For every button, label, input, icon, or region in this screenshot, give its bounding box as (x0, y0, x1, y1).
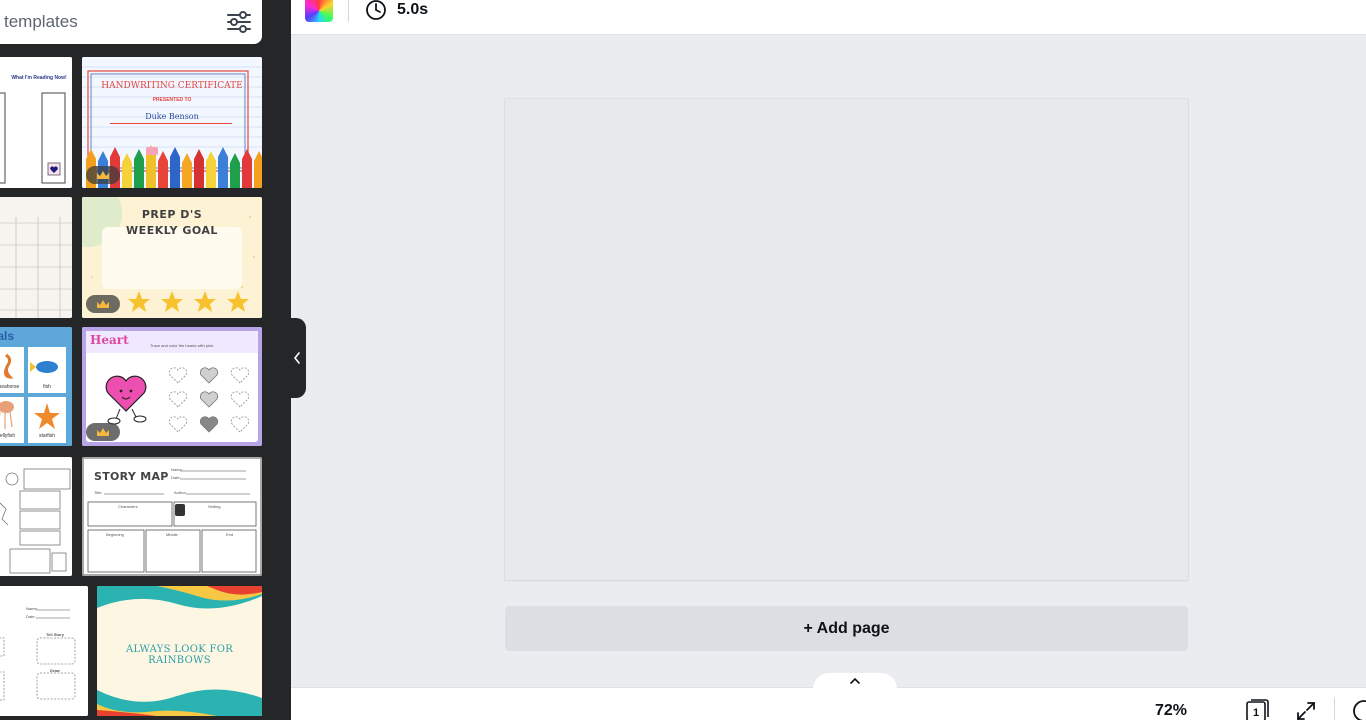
ocean-animals-title: nals (0, 329, 15, 343)
template-search-input[interactable] (0, 12, 200, 32)
story-map-characters: Characters (118, 504, 138, 509)
editor-toolbar: 5.0s (291, 0, 1366, 35)
rainbows-title: ALWAYS LOOK FOR RAINBOWS (125, 644, 234, 666)
template-story-sequence[interactable] (0, 457, 72, 576)
story-map-beginning: Beginning (106, 532, 124, 537)
templates-panel: What I'm Reading Now! HANDWRITING CERTIF… (0, 0, 291, 720)
design-page-canvas[interactable] (505, 99, 1188, 580)
filter-sliders-icon[interactable] (226, 10, 252, 34)
page-count-label: 1 (1253, 707, 1259, 719)
template-heart-worksheet[interactable]: Heart Trace and color the hearts with pi… (82, 327, 262, 446)
heart-title: Heart (90, 333, 129, 347)
worksheet-date: Date: (26, 614, 36, 619)
toolbar-divider (348, 0, 349, 22)
help-icon (1353, 700, 1366, 720)
template-story-map[interactable]: STORY MAP Name: Date: Title: Author: Cha… (82, 457, 262, 576)
story-map-end: End (226, 532, 234, 537)
page-count-button[interactable]: 1 (1244, 698, 1270, 720)
story-map-title-label: Title: (94, 490, 103, 495)
fullscreen-button[interactable] (1295, 700, 1317, 720)
story-map-author: Author: (174, 490, 187, 495)
label-seahorse: seahorse (0, 384, 20, 390)
story-map-name: Name: (171, 467, 183, 472)
page-duration-button[interactable]: 5.0s (365, 0, 428, 20)
template-handwriting-certificate[interactable]: HANDWRITING CERTIFICATE PRESENTED TO Duk… (82, 57, 262, 188)
template-ocean-animals[interactable]: nals seahorse fish jellyfish starfish (0, 327, 72, 446)
certificate-line (110, 123, 232, 124)
story-map-title: STORY MAP (94, 470, 169, 483)
bottom-bar: 72% 1 (291, 673, 1366, 720)
template-search-bar (0, 0, 262, 44)
story-map-setting: Setting (208, 504, 221, 509)
clock-icon (366, 0, 386, 20)
template-calendar-grid[interactable] (0, 197, 72, 318)
worksheet-name: Name: (26, 606, 38, 611)
background-color-button[interactable] (305, 0, 333, 22)
story-map-middle: Middle (166, 532, 178, 537)
chevron-up-icon (850, 677, 860, 684)
worksheet-draw: Draw (50, 668, 60, 673)
label-jellyfish: jellyfish (0, 433, 16, 439)
worksheet-tell-story: Tell Story (46, 632, 64, 637)
expand-icon (1297, 702, 1315, 720)
template-rainbows[interactable]: ALWAYS LOOK FOR RAINBOWS (97, 586, 262, 716)
template-weekly-goal[interactable]: PREP D'S WEEKLY GOAL (82, 197, 262, 318)
premium-crown-icon (86, 166, 120, 184)
duration-label: 5.0s (397, 1, 429, 18)
template-reading-log[interactable]: What I'm Reading Now! (0, 57, 72, 188)
expand-notes-button[interactable] (813, 673, 897, 689)
story-map-date: Date: (171, 475, 181, 480)
zoom-level[interactable]: 72% (1155, 702, 1187, 720)
bottom-divider (1334, 698, 1335, 720)
premium-crown-icon (86, 295, 120, 313)
certificate-title: HANDWRITING CERTIFICATE (101, 81, 243, 91)
certificate-presented: PRESENTED TO (152, 97, 192, 103)
template-writing-worksheet[interactable]: Name: Date: Tell Story Draw (0, 586, 88, 716)
pages-icon: 1 (1246, 699, 1269, 720)
collapse-panel-button[interactable] (288, 318, 306, 398)
heart-instruction: Trace and color the hearts with pink. (150, 343, 215, 348)
help-button[interactable] (1351, 698, 1366, 720)
weekly-goal-line2: WEEKLY GOAL (126, 224, 218, 237)
reading-log-title: What I'm Reading Now! (11, 75, 67, 81)
certificate-name: Duke Benson (145, 112, 199, 121)
weekly-goal-line1: PREP D'S (141, 208, 203, 221)
label-fish: fish (43, 384, 51, 390)
premium-crown-icon (86, 423, 120, 441)
add-page-button[interactable]: + Add page (505, 606, 1188, 651)
chevron-left-icon (293, 352, 300, 364)
label-starfish: starfish (38, 433, 56, 439)
